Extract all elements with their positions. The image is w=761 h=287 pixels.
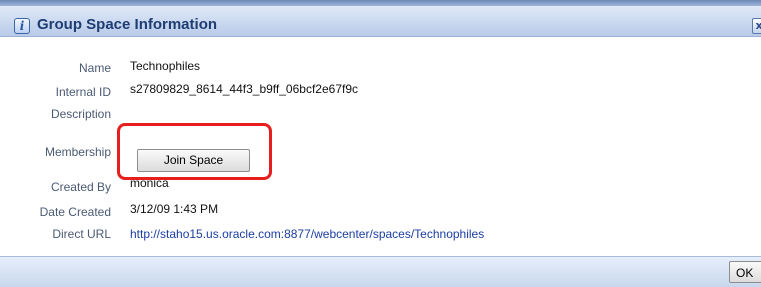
- dialog-footer: [0, 256, 761, 287]
- created-by-label: Created By: [50, 180, 111, 194]
- internal-id-value: s27809829_8614_44f3_b9ff_06bcf2e67f9c: [130, 82, 358, 96]
- internal-id-label: Internal ID: [55, 85, 111, 99]
- close-icon[interactable]: x: [752, 18, 761, 34]
- ok-button[interactable]: OK: [729, 261, 761, 283]
- dialog-title-bar: i Group Space Information x: [0, 6, 761, 37]
- direct-url-label: Direct URL: [52, 227, 111, 241]
- membership-label: Membership: [44, 145, 111, 159]
- date-created-value: 3/12/09 1:43 PM: [130, 202, 219, 216]
- dialog-title: Group Space Information: [37, 16, 218, 33]
- direct-url-link[interactable]: http://staho15.us.oracle.com:8877/webcen…: [130, 227, 484, 241]
- created-by-value: monica: [130, 176, 169, 190]
- description-label: Description: [50, 107, 111, 121]
- name-value: Technophiles: [130, 59, 201, 73]
- info-icon: i: [14, 18, 30, 34]
- date-created-label: Date Created: [39, 205, 111, 219]
- join-space-button[interactable]: Join Space: [137, 149, 250, 172]
- name-label: Name: [78, 61, 111, 75]
